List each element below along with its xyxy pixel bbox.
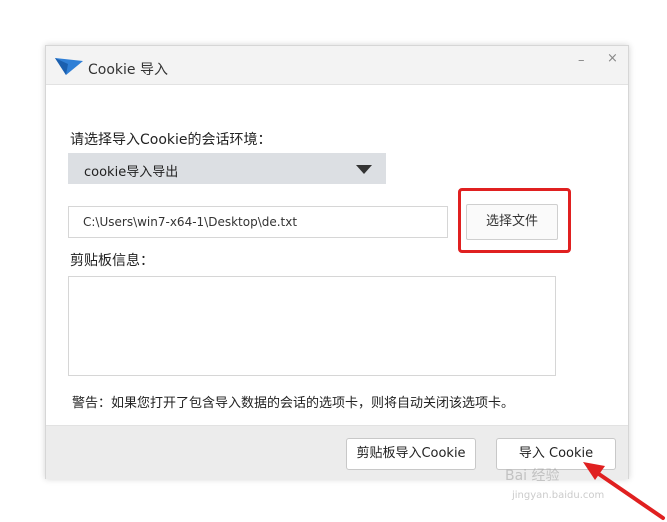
minimize-button[interactable]: – xyxy=(578,53,585,68)
app-bird-icon xyxy=(55,58,83,75)
window-title: Cookie 导入 xyxy=(88,62,168,78)
red-arrow-icon xyxy=(583,462,665,520)
cookie-import-dialog: Cookie 导入 – × 请选择导入Cookie的会话环境： cookie导入… xyxy=(45,45,629,479)
close-button[interactable]: × xyxy=(607,51,618,66)
warning-text: 警告：如果您打开了包含导入数据的会话的选项卡，则将自动关闭该选项卡。 xyxy=(72,396,515,411)
chevron-down-icon xyxy=(356,165,372,174)
env-select-value: cookie导入导出 xyxy=(84,165,179,180)
watermark-url: jingyan.baidu.com xyxy=(512,490,605,501)
clipboard-textarea[interactable] xyxy=(68,276,556,376)
env-label: 请选择导入Cookie的会话环境： xyxy=(70,132,272,148)
clipboard-label: 剪贴板信息： xyxy=(70,253,154,269)
title-bar: Cookie 导入 – × xyxy=(46,46,628,85)
file-path-input[interactable]: C:\Users\win7-x64-1\Desktop\de.txt xyxy=(68,206,448,238)
clipboard-import-button[interactable]: 剪贴板导入Cookie xyxy=(346,438,476,470)
red-highlight-box xyxy=(458,188,571,253)
watermark: Bai 经验 xyxy=(505,468,560,484)
env-select[interactable]: cookie导入导出 xyxy=(68,153,386,184)
